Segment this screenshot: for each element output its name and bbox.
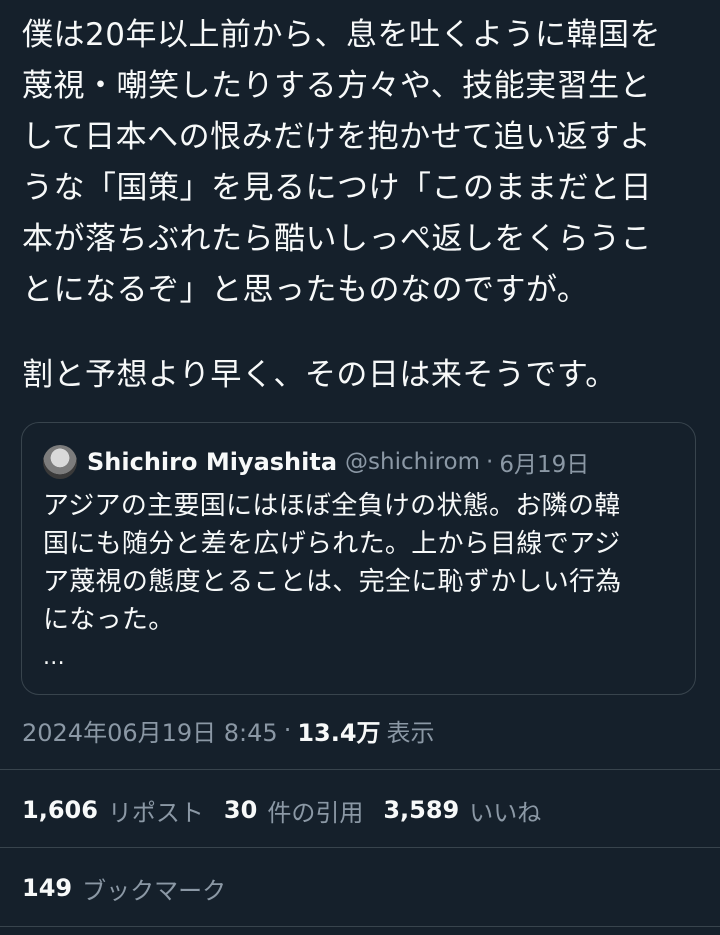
- post-meta: 2024年06月19日 8:45 · 13.4万 表示: [22, 710, 435, 750]
- reposts-stat[interactable]: 1,606 リポスト: [22, 793, 204, 828]
- likes-stat[interactable]: 3,589 いいね: [383, 793, 541, 828]
- quoted-post-header: Shichiro Miyashita @shichirom · 6月19日: [43, 444, 589, 480]
- quoted-text-line: ア蔑視の態度とることは、完全に恥ずかしい行為: [43, 567, 622, 597]
- post-text-line: 割と予想より早く、その日は来そうです。: [22, 357, 617, 393]
- quoted-post-date[interactable]: 6月19日: [499, 445, 589, 479]
- avatar[interactable]: [43, 445, 77, 479]
- quotes-count: 30: [223, 796, 258, 824]
- post-detail: 僕は20年以上前から、息を吐くように韓国を 蔑視・嘲笑したりする方々や、技能実習…: [0, 0, 720, 935]
- likes-count: 3,589: [383, 796, 460, 824]
- likes-label: いいね: [469, 798, 542, 827]
- quotes-stat[interactable]: 30 件の引用: [224, 793, 363, 828]
- quoted-author-handle[interactable]: @shichirom: [345, 449, 480, 475]
- quotes-label: 件の引用: [267, 798, 364, 827]
- reposts-label: リポスト: [107, 798, 204, 827]
- post-text-line: 本が落ちぶれたら酷いしっぺ返しをくらうこ: [22, 221, 652, 257]
- post-text-line: うな「国策」を見るにつけ「このままだと日: [22, 170, 652, 206]
- quoted-text-line: アジアの主要国にはほぼ全負けの状態。お隣の韓: [43, 491, 621, 521]
- quoted-text-line: になった。: [43, 605, 175, 635]
- bookmarks-stat[interactable]: 149 ブックマーク: [22, 866, 226, 910]
- divider: [0, 769, 720, 770]
- post-text-line: 僕は20年以上前から、息を吐くように韓国を: [22, 17, 661, 53]
- post-text-line: 蔑視・嘲笑したりする方々や、技能実習生と: [22, 68, 652, 104]
- dot-separator: ·: [486, 449, 494, 475]
- views-count: 13.4万: [297, 718, 381, 747]
- post-text: 僕は20年以上前から、息を吐くように韓国を 蔑視・嘲笑したりする方々や、技能実習…: [22, 10, 702, 401]
- quoted-author-name[interactable]: Shichiro Miyashita: [87, 448, 337, 476]
- reposts-count: 1,606: [22, 796, 98, 824]
- bookmarks-count: 149: [22, 874, 73, 902]
- show-more-ellipsis[interactable]: ...: [43, 639, 683, 677]
- divider: [0, 847, 720, 848]
- quoted-post[interactable]: Shichiro Miyashita @shichirom · 6月19日 アジ…: [21, 422, 696, 695]
- post-text-line: とになるぞ」と思ったものなのですが。: [22, 272, 589, 308]
- divider: [0, 926, 720, 927]
- post-timestamp[interactable]: 2024年06月19日 8:45: [22, 713, 278, 748]
- dot-separator: ·: [283, 716, 292, 744]
- post-text-line: して日本への恨みだけを抱かせて追い返すよ: [22, 119, 652, 155]
- views-label: 表示: [386, 718, 435, 747]
- quoted-text-line: 国にも随分と差を広げられた。上から目線でアジ: [43, 529, 621, 559]
- bookmarks-label: ブックマーク: [82, 876, 227, 905]
- engagement-stats: 1,606 リポスト 30 件の引用 3,589 いいね: [22, 788, 561, 832]
- quoted-post-text: アジアの主要国にはほぼ全負けの状態。お隣の韓 国にも随分と差を広げられた。上から…: [43, 487, 683, 677]
